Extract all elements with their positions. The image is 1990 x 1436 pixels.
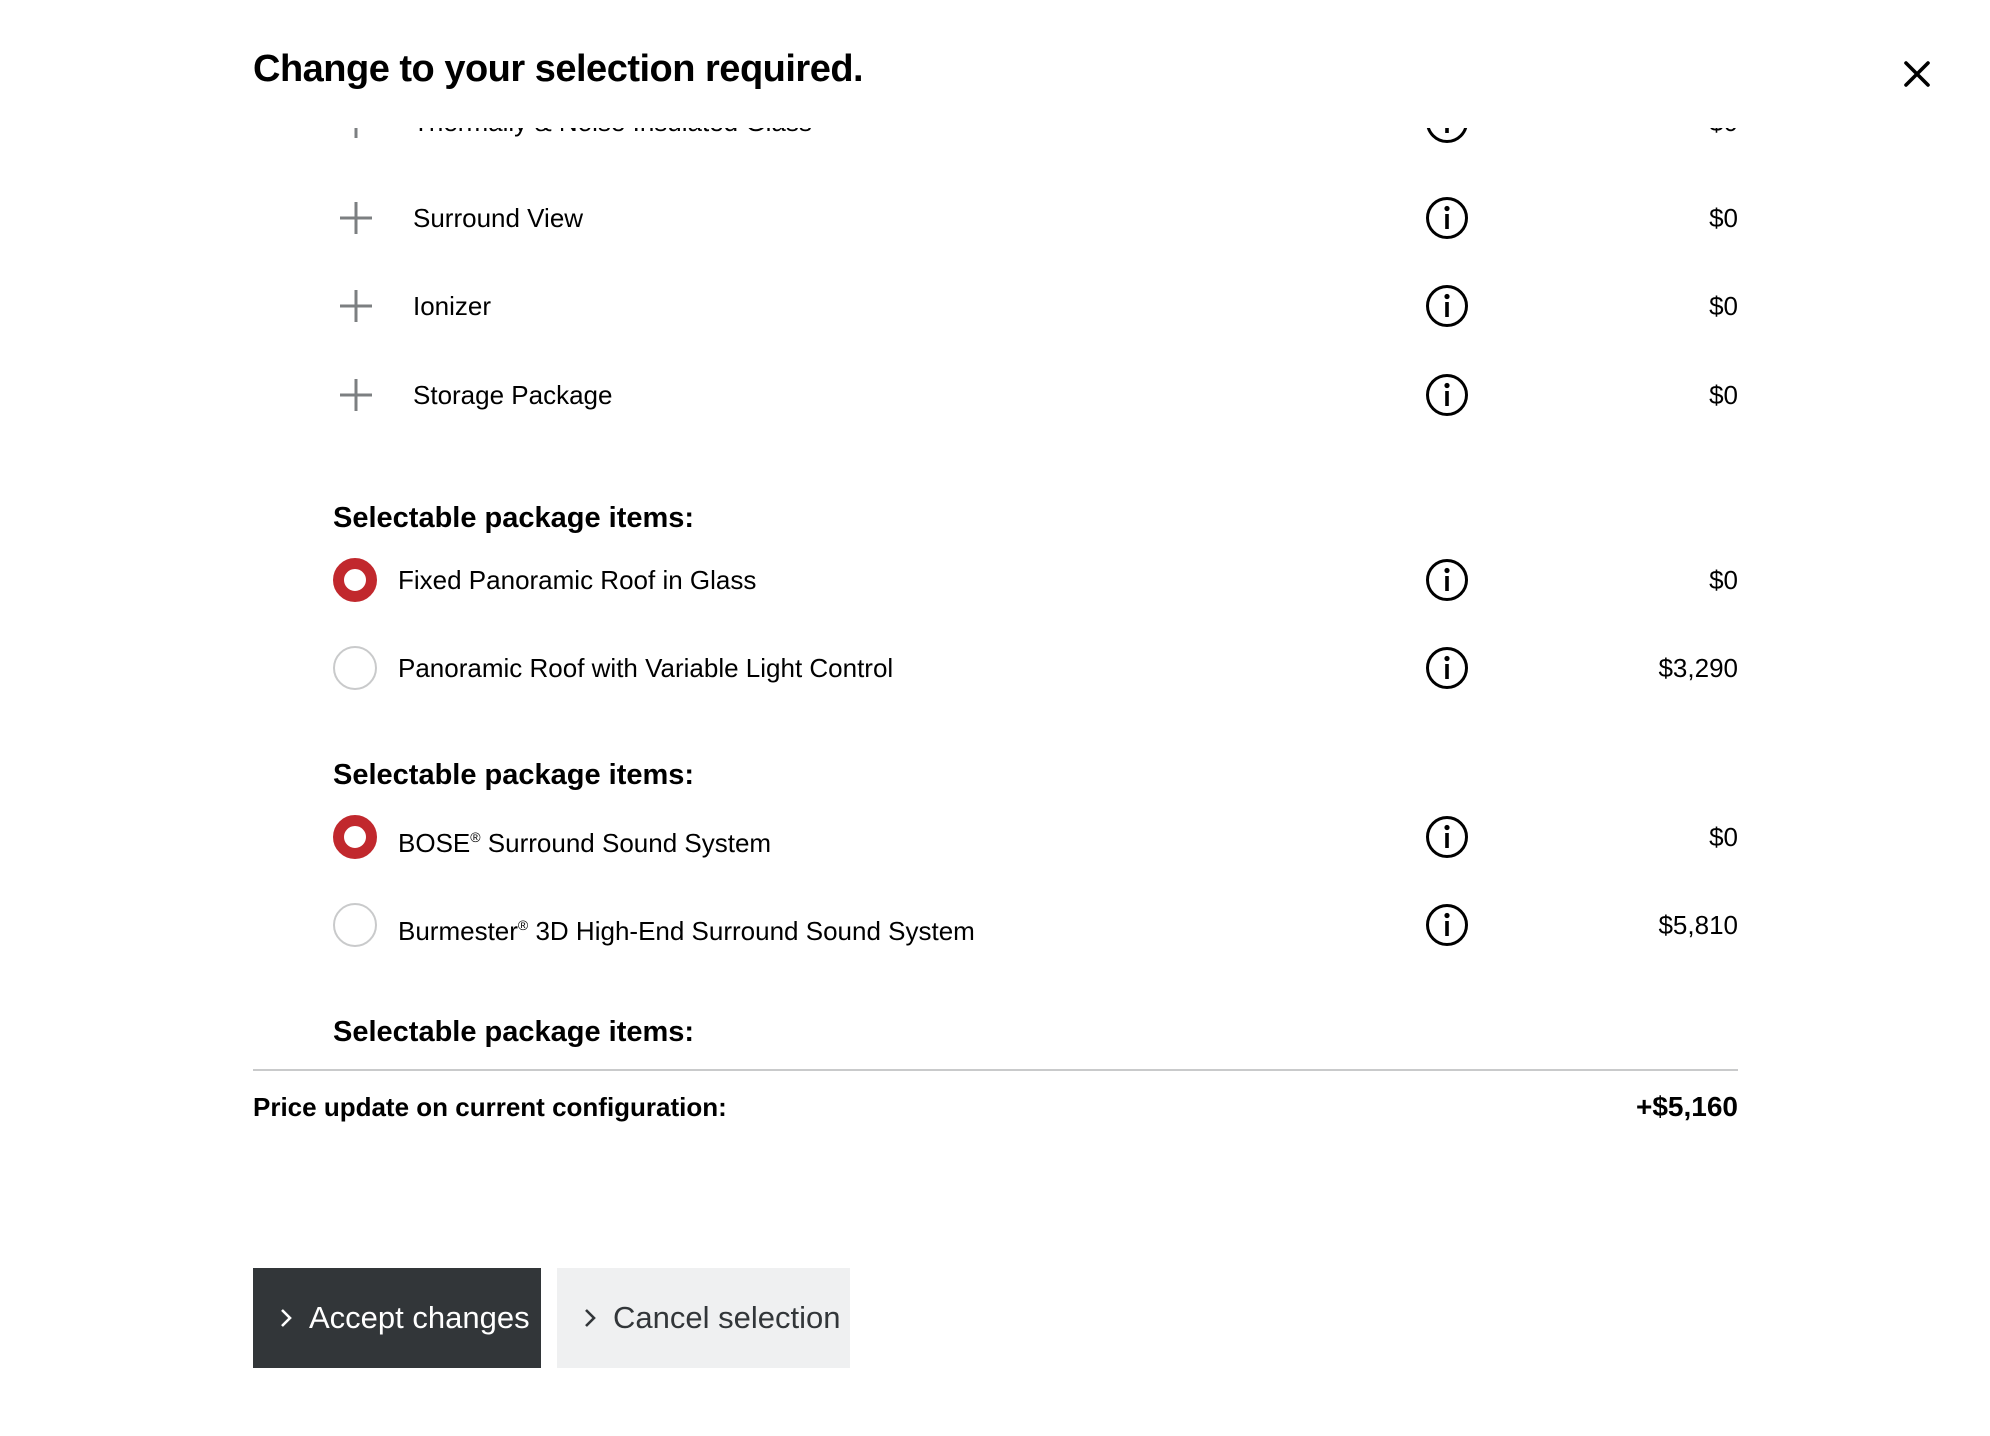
option-row[interactable]: Fixed Panoramic Roof in Glass $0 <box>253 552 1738 608</box>
option-row[interactable]: BOSE® Surround Sound System $0 <box>253 809 1738 865</box>
info-icon[interactable] <box>1425 646 1469 690</box>
plus-icon <box>340 290 372 322</box>
option-label: Burmester® 3D High-End Surround Sound Sy… <box>398 916 975 946</box>
item-price: $0 <box>1709 203 1738 233</box>
close-button[interactable] <box>1895 52 1939 96</box>
chevron-right-icon <box>585 1309 596 1327</box>
selection-change-dialog: Change to your selection required. Therm… <box>0 0 1990 1436</box>
radio-button[interactable] <box>333 558 377 602</box>
item-price: $0 <box>1709 291 1738 321</box>
info-icon[interactable] <box>1425 815 1469 859</box>
item-price: $0 <box>1518 128 1738 138</box>
cancel-selection-button[interactable]: Cancel selection <box>557 1268 850 1368</box>
divider <box>253 1069 1738 1071</box>
option-row[interactable]: Burmester® 3D High-End Surround Sound Sy… <box>253 897 1738 953</box>
price-update-label: Price update on current configuration: <box>253 1092 727 1122</box>
radio-button[interactable] <box>333 815 377 859</box>
section-heading: Selectable package items: <box>333 1016 695 1048</box>
close-icon <box>1904 61 1930 87</box>
price-update-value: +$5,160 <box>1636 1091 1738 1122</box>
included-item-row: Surround View $0 <box>253 190 1738 246</box>
included-item-label: Thermally & Noise Insulated Glass <box>413 128 812 138</box>
accept-changes-label: Accept changes <box>309 1300 530 1335</box>
info-icon[interactable] <box>1425 558 1469 602</box>
section-heading: Selectable package items: <box>333 502 695 534</box>
option-price: $3,290 <box>1658 653 1738 683</box>
option-label: BOSE® Surround Sound System <box>398 828 772 858</box>
included-item-row: Ionizer $0 <box>253 278 1738 334</box>
info-icon[interactable] <box>1425 373 1469 417</box>
radio-button[interactable] <box>333 646 377 690</box>
cancel-selection-label: Cancel selection <box>613 1300 841 1335</box>
option-row[interactable]: Panoramic Roof with Variable Light Contr… <box>253 640 1738 696</box>
option-price: $0 <box>1709 822 1738 852</box>
option-label: Panoramic Roof with Variable Light Contr… <box>398 653 894 683</box>
info-icon[interactable] <box>1425 196 1469 240</box>
included-item-label: Ionizer <box>413 291 492 321</box>
chevron-right-icon <box>281 1309 292 1327</box>
item-price: $0 <box>1709 380 1738 410</box>
option-label: Fixed Panoramic Roof in Glass <box>398 565 757 595</box>
included-item-row: Storage Package $0 <box>253 367 1738 423</box>
section-heading: Selectable package items: <box>333 759 695 791</box>
option-price: $0 <box>1709 565 1738 595</box>
option-price: $5,810 <box>1658 910 1738 940</box>
included-item-label: Storage Package <box>413 380 613 410</box>
plus-icon <box>340 202 372 234</box>
included-item-row: Thermally & Noise Insulated Glass $0 <box>253 128 1738 150</box>
accept-changes-button[interactable]: Accept changes <box>253 1268 541 1368</box>
radio-button[interactable] <box>333 903 377 947</box>
plus-icon <box>354 128 358 138</box>
dialog-title: Change to your selection required. <box>253 48 864 90</box>
info-icon[interactable] <box>1425 128 1469 144</box>
plus-icon <box>340 379 372 411</box>
included-item-label: Surround View <box>413 203 584 233</box>
options-list[interactable]: Thermally & Noise Insulated Glass $0 Sur… <box>253 128 1738 1070</box>
info-icon[interactable] <box>1425 284 1469 328</box>
info-icon[interactable] <box>1425 903 1469 947</box>
